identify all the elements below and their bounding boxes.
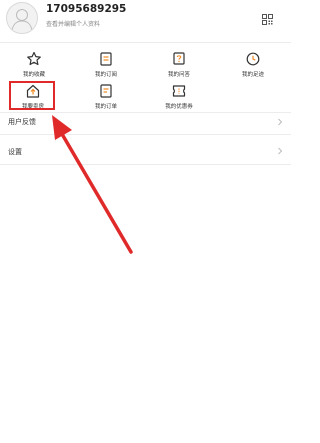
annotation-arrow <box>52 115 133 254</box>
